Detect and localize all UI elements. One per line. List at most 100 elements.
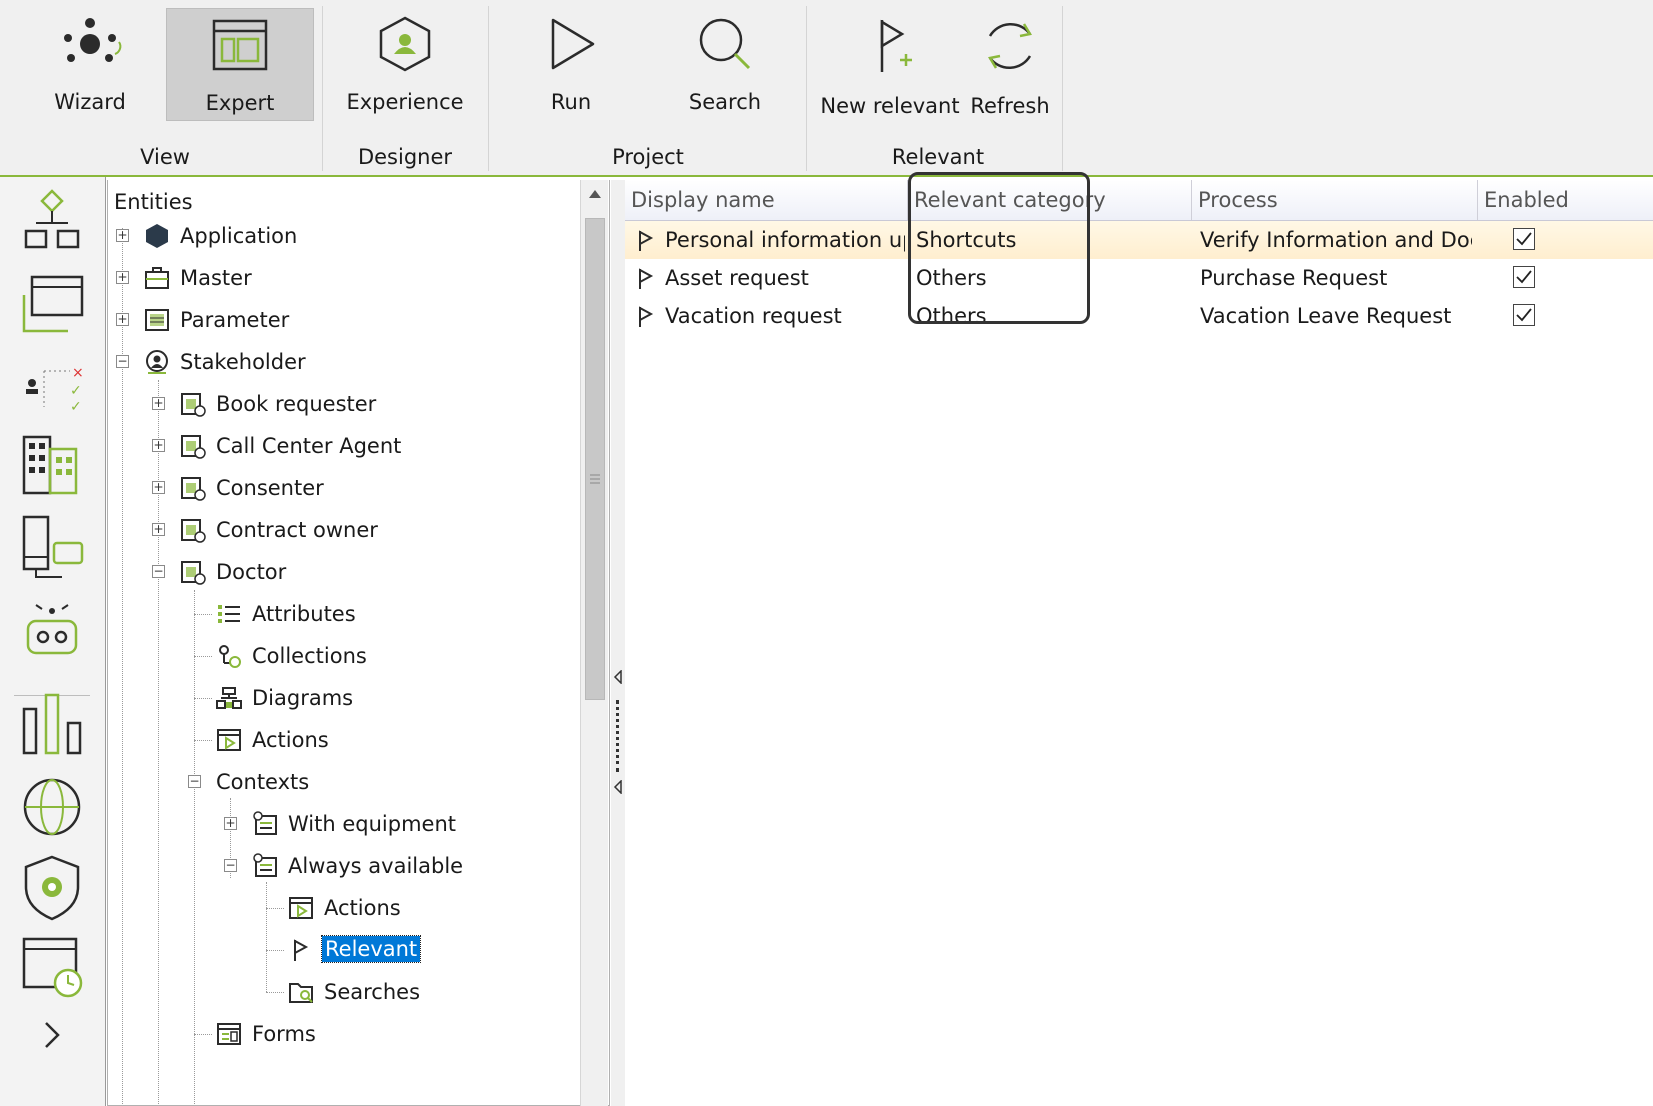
ribbon-separator bbox=[488, 6, 489, 171]
cell-display-name: Personal information up bbox=[665, 228, 905, 252]
new-relevant-flag-icon bbox=[880, 19, 912, 72]
scrollbar-thumb[interactable] bbox=[585, 218, 605, 700]
enabled-checkbox[interactable] bbox=[1513, 228, 1535, 250]
searches-folder-icon bbox=[289, 983, 313, 1003]
svg-text:✓: ✓ bbox=[70, 399, 82, 415]
ribbon-separator bbox=[806, 6, 807, 171]
tree-node-label: Master bbox=[180, 266, 252, 290]
column-header-display-name[interactable]: Display name bbox=[625, 180, 908, 220]
cell-display-name: Asset request bbox=[665, 266, 809, 290]
enabled-checkbox[interactable] bbox=[1513, 304, 1535, 326]
tree-node-label: Searches bbox=[324, 980, 421, 1004]
expand-icon[interactable]: + bbox=[116, 313, 129, 326]
column-header-enabled[interactable]: Enabled bbox=[1478, 180, 1653, 220]
forms-icon bbox=[217, 1023, 241, 1045]
experience-label: Experience bbox=[346, 90, 464, 114]
tree-node-label: Consenter bbox=[216, 476, 324, 500]
security-shield-icon[interactable] bbox=[14, 851, 90, 927]
wizard-label: Wizard bbox=[54, 90, 126, 114]
table-row[interactable]: Asset request Others Purchase Request bbox=[625, 259, 1653, 297]
enabled-checkbox[interactable] bbox=[1513, 266, 1535, 288]
expand-icon[interactable]: + bbox=[224, 817, 237, 830]
cell-process: Vacation Leave Request bbox=[1200, 304, 1452, 328]
ribbon-separator bbox=[1062, 6, 1063, 171]
ribbon-toolbar: Wizard Expert View Experience Designer R… bbox=[0, 0, 1653, 177]
calendar-clock-icon[interactable] bbox=[14, 929, 90, 1005]
new-relevant-label: New relevant bbox=[820, 94, 960, 118]
tree-connector bbox=[266, 950, 284, 951]
cell-display-name: Vacation request bbox=[665, 304, 842, 328]
expand-icon[interactable]: + bbox=[116, 271, 129, 284]
search-button[interactable]: Search bbox=[650, 8, 800, 121]
group-label-designer: Designer bbox=[357, 145, 453, 169]
expand-icon[interactable]: + bbox=[152, 397, 165, 410]
tree-node-label: Stakeholder bbox=[180, 350, 306, 374]
tree-node-label-selected: Relevant bbox=[320, 935, 422, 963]
tree-scrollbar[interactable] bbox=[580, 180, 608, 1106]
collapse-left-arrow-icon[interactable] bbox=[613, 780, 623, 794]
collapse-left-arrow-icon[interactable] bbox=[613, 670, 623, 684]
context-icon bbox=[253, 811, 277, 835]
tree-node-label: Forms bbox=[252, 1022, 316, 1046]
tree-connector bbox=[266, 992, 284, 993]
expand-icon[interactable]: + bbox=[152, 523, 165, 536]
group-label-project: Project bbox=[612, 145, 684, 169]
analytics-icon[interactable] bbox=[14, 687, 90, 763]
splitter-grip bbox=[616, 700, 621, 772]
process-flow-icon[interactable] bbox=[14, 185, 90, 261]
tree-node-label: Attributes bbox=[252, 602, 356, 626]
entity-icon bbox=[181, 561, 206, 585]
collapse-icon[interactable]: − bbox=[188, 775, 201, 788]
flag-icon bbox=[294, 939, 309, 961]
expand-icon[interactable]: + bbox=[152, 481, 165, 494]
column-header-process[interactable]: Process bbox=[1192, 180, 1478, 220]
expand-icon[interactable]: + bbox=[152, 439, 165, 452]
devices-icon[interactable] bbox=[14, 511, 90, 587]
search-icon bbox=[699, 18, 751, 70]
panel-splitter[interactable] bbox=[611, 180, 625, 1106]
table-row[interactable]: Personal information up Shortcuts Verify… bbox=[625, 221, 1653, 259]
tree-connector bbox=[194, 740, 212, 741]
entities-tree: Entities + Application + Master + Parame… bbox=[107, 180, 610, 1106]
expand-chevron-icon[interactable] bbox=[36, 1015, 68, 1055]
tree-node-label: Actions bbox=[324, 896, 401, 920]
grip-icon bbox=[590, 474, 600, 484]
wizard-button[interactable]: Wizard bbox=[16, 8, 164, 121]
cell-process: Purchase Request bbox=[1200, 266, 1388, 290]
tree-connector bbox=[266, 882, 267, 992]
ribbon-separator bbox=[322, 6, 323, 171]
scroll-up-arrow-icon[interactable] bbox=[587, 188, 603, 200]
bot-icon[interactable] bbox=[14, 593, 90, 669]
column-header-relevant-category[interactable]: Relevant category bbox=[908, 180, 1192, 220]
expand-icon[interactable]: + bbox=[116, 229, 129, 242]
permissions-icon[interactable]: × ✓ ✓ bbox=[14, 349, 90, 425]
cell-process: Verify Information and Docu bbox=[1200, 228, 1472, 252]
window-icon[interactable] bbox=[14, 267, 90, 343]
refresh-button[interactable]: Refresh bbox=[960, 8, 1060, 121]
collections-icon bbox=[219, 645, 241, 668]
table-row[interactable]: Vacation request Others Vacation Leave R… bbox=[625, 297, 1653, 335]
search-label: Search bbox=[688, 90, 762, 114]
navigation-sidebar: × ✓ ✓ bbox=[0, 177, 106, 1106]
tree-node-label: Call Center Agent bbox=[216, 434, 402, 458]
cell-relevant-category: Others bbox=[916, 266, 987, 290]
tree-connector bbox=[194, 698, 212, 699]
new-relevant-button[interactable]: New relevant bbox=[816, 8, 964, 121]
organization-icon[interactable] bbox=[14, 429, 90, 505]
collapse-icon[interactable]: − bbox=[116, 355, 129, 368]
attributes-icon bbox=[218, 605, 240, 623]
expert-button[interactable]: Expert bbox=[166, 8, 314, 121]
briefcase-icon bbox=[145, 267, 169, 289]
run-button[interactable]: Run bbox=[496, 8, 646, 121]
collapse-icon[interactable]: − bbox=[224, 859, 237, 872]
tree-node-label: With equipment bbox=[288, 812, 456, 836]
globe-icon[interactable] bbox=[14, 769, 90, 845]
collapse-icon[interactable]: − bbox=[152, 565, 165, 578]
wizard-icon bbox=[64, 18, 122, 62]
experience-button[interactable]: Experience bbox=[330, 8, 480, 121]
svg-text:×: × bbox=[72, 365, 84, 381]
group-label-relevant: Relevant bbox=[891, 145, 985, 169]
tree-connector bbox=[194, 614, 212, 615]
tree-node-label: Book requester bbox=[216, 392, 377, 416]
checkmark-icon bbox=[1516, 270, 1532, 284]
